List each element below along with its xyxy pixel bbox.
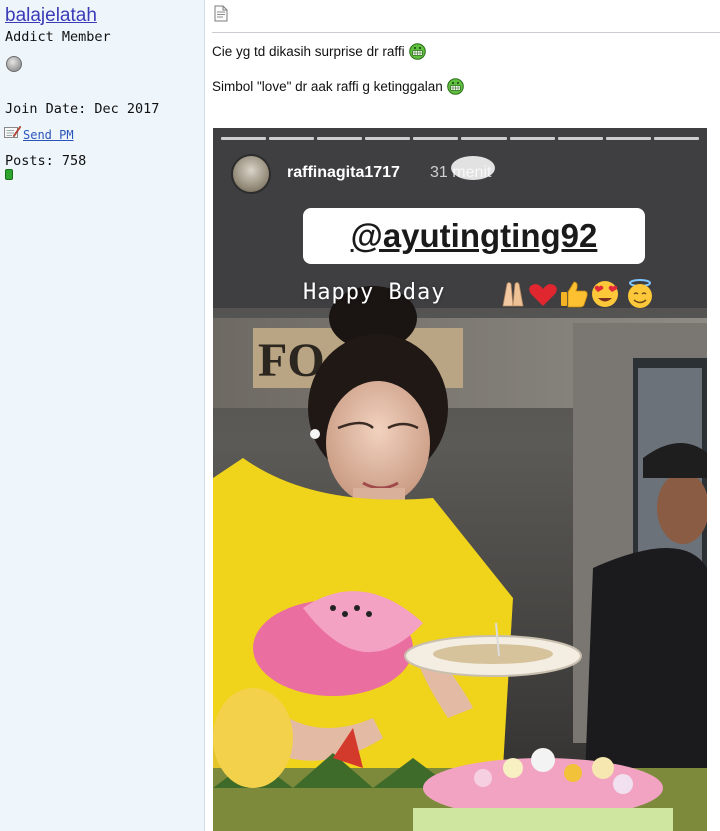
post-text: Cie yg td dikasih surprise dr raffi bbox=[212, 44, 405, 59]
smiling-halo-icon bbox=[628, 279, 652, 308]
embedded-story-photo[interactable]: FO raffinagita1717 31 menit @ayutingting… bbox=[213, 128, 707, 831]
post-divider bbox=[212, 32, 720, 33]
username-link[interactable]: balajelatah bbox=[5, 5, 97, 27]
post-content-area: Cie yg td dikasih surprise dr raffi Simb… bbox=[206, 0, 720, 831]
mention-text: @ayutingting92 bbox=[350, 217, 598, 254]
story-progress-bars bbox=[221, 137, 699, 140]
heart-eyes-icon bbox=[592, 281, 618, 307]
story-caption: Happy Bday bbox=[303, 280, 446, 305]
story-user-avatar bbox=[231, 154, 271, 194]
story-timestamp: 31 menit bbox=[430, 164, 492, 181]
mention-sticker: @ayutingting92 bbox=[303, 208, 645, 264]
red-heart-icon bbox=[529, 284, 557, 306]
online-status-icon bbox=[6, 56, 22, 72]
story-username: raffinagita1717 bbox=[287, 164, 400, 181]
join-date: Join Date: Dec 2017 bbox=[5, 101, 160, 117]
folded-hands-icon bbox=[502, 282, 524, 307]
grin-smiley-icon bbox=[408, 43, 426, 60]
send-pm-icon[interactable] bbox=[4, 125, 21, 139]
send-pm-link[interactable]: Send PM bbox=[23, 128, 74, 142]
user-rank-title: Addict Member bbox=[5, 29, 111, 45]
post-document-icon bbox=[214, 5, 228, 22]
user-info-panel: balajelatah Addict Member Join Date: Dec… bbox=[0, 0, 205, 831]
post-text-line-2: Simbol "love" dr aak raffi g ketinggalan bbox=[212, 78, 464, 95]
post-text: Simbol "love" dr aak raffi g ketinggalan bbox=[212, 79, 443, 94]
reputation-icon bbox=[5, 169, 13, 180]
post-text-line-1: Cie yg td dikasih surprise dr raffi bbox=[212, 43, 426, 60]
grin-smiley-icon bbox=[446, 78, 464, 95]
thumbs-up-icon bbox=[561, 281, 588, 308]
story-emoji-row bbox=[502, 279, 652, 308]
post-count: Posts: 758 bbox=[5, 153, 87, 169]
